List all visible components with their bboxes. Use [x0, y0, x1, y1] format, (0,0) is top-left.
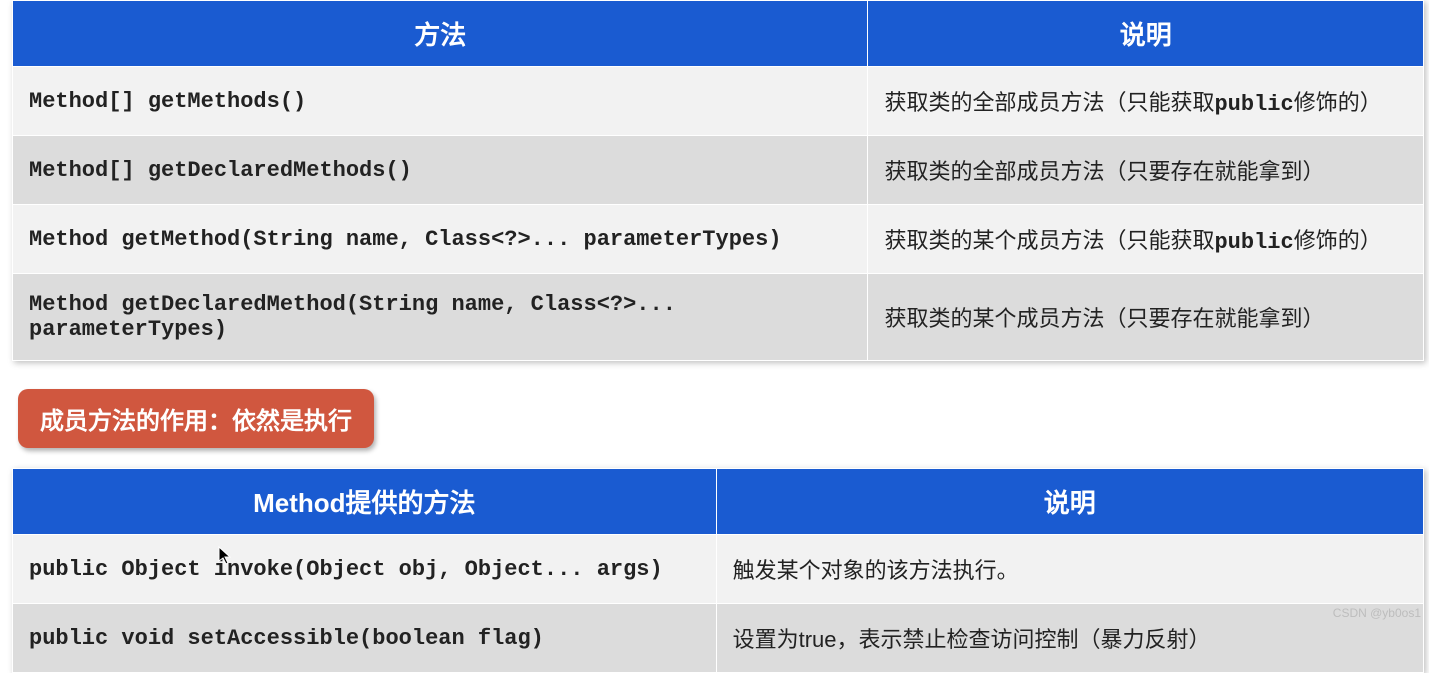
t2-header-method: Method提供的方法: [13, 469, 717, 535]
methods-table-1: 方法 说明 Method[] getMethods() 获取类的全部成员方法（只…: [12, 0, 1424, 361]
method-desc: 获取类的某个成员方法（只能获取public修饰的）: [868, 205, 1424, 274]
table-header-row: Method提供的方法 说明: [13, 469, 1424, 535]
table-row: Method[] getDeclaredMethods() 获取类的全部成员方法…: [13, 136, 1424, 205]
t2-header-desc: 说明: [716, 469, 1423, 535]
method-signature: public Object invoke(Object obj, Object.…: [13, 535, 717, 604]
table-row: Method getMethod(String name, Class<?>..…: [13, 205, 1424, 274]
t1-header-desc: 说明: [868, 1, 1424, 67]
method-signature: Method getMethod(String name, Class<?>..…: [13, 205, 868, 274]
method-desc: 获取类的某个成员方法（只要存在就能拿到）: [868, 274, 1424, 361]
table-header-row: 方法 说明: [13, 1, 1424, 67]
methods-table-2: Method提供的方法 说明 public Object invoke(Obje…: [12, 468, 1424, 673]
table-row: public Object invoke(Object obj, Object.…: [13, 535, 1424, 604]
method-desc: 获取类的全部成员方法（只能获取public修饰的）: [868, 67, 1424, 136]
method-signature: Method[] getMethods(): [13, 67, 868, 136]
method-desc: 获取类的全部成员方法（只要存在就能拿到）: [868, 136, 1424, 205]
t1-header-method: 方法: [13, 1, 868, 67]
table-row: public void setAccessible(boolean flag) …: [13, 604, 1424, 673]
method-desc: 触发某个对象的该方法执行。: [716, 535, 1423, 604]
watermark-text: CSDN @yb0os1: [1333, 606, 1421, 620]
method-signature: public void setAccessible(boolean flag): [13, 604, 717, 673]
table-row: Method getDeclaredMethod(String name, Cl…: [13, 274, 1424, 361]
table-row: Method[] getMethods() 获取类的全部成员方法（只能获取pub…: [13, 67, 1424, 136]
method-signature: Method getDeclaredMethod(String name, Cl…: [13, 274, 868, 361]
method-signature: Method[] getDeclaredMethods(): [13, 136, 868, 205]
method-desc: 设置为true，表示禁止检查访问控制（暴力反射）: [716, 604, 1423, 673]
section-pill: 成员方法的作用：依然是执行: [18, 389, 374, 448]
